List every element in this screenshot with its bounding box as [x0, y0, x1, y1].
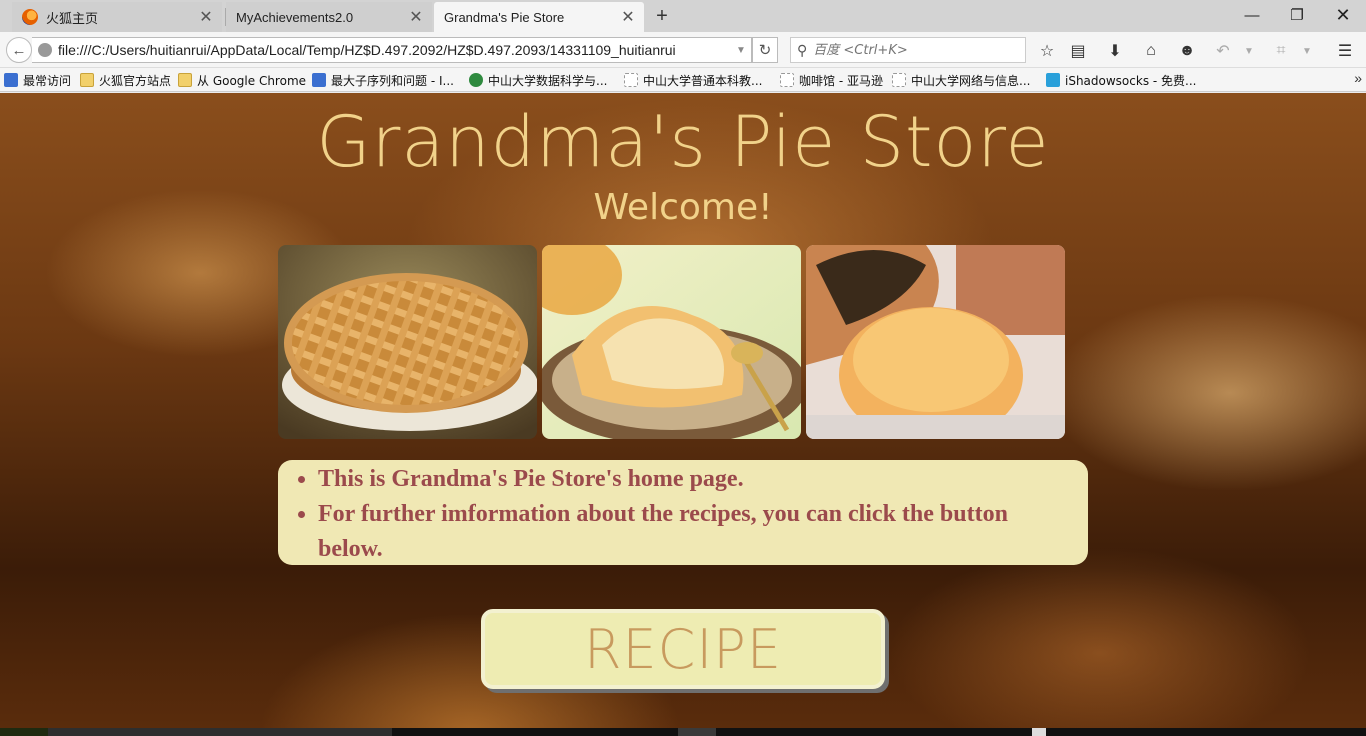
bookmark-label: 中山大学普通本科教... [643, 73, 763, 88]
navigation-toolbar: ← file:///C:/Users/huitianrui/AppData/Lo… [0, 32, 1366, 68]
tab-grandmas-pie-store[interactable]: Grandma's Pie Store ✕ [434, 2, 644, 32]
bookmark-item[interactable]: 中山大学数据科学与... [469, 71, 607, 89]
taskbar-tray-icon[interactable] [1032, 728, 1046, 736]
bookmark-label: 火狐官方站点 [99, 73, 172, 88]
bookmark-label: 中山大学数据科学与... [488, 73, 608, 88]
chevron-double-right-icon[interactable]: » [1354, 70, 1362, 86]
taskbar-app[interactable] [678, 728, 716, 736]
bookmark-label: 最大子序列和问题 - I... [331, 73, 454, 88]
new-tab-plus-icon[interactable]: + [650, 5, 674, 27]
info-box: This is Grandma's Pie Store's home page.… [278, 460, 1088, 565]
page-icon [780, 73, 794, 87]
bookmark-label: 中山大学网络与信息... [911, 73, 1031, 88]
reading-list-icon[interactable]: ▤ [1067, 40, 1089, 62]
bookmark-star-icon[interactable]: ☆ [1036, 40, 1058, 62]
most-visited-icon [4, 73, 18, 87]
minimize-icon[interactable]: — [1229, 0, 1275, 30]
search-input[interactable] [813, 42, 1014, 58]
bookmark-label: 最常访问 [23, 73, 72, 88]
info-item: This is Grandma's Pie Store's home page. [318, 462, 1068, 497]
back-arrow-icon[interactable]: ← [6, 37, 32, 63]
firefox-icon [22, 9, 38, 25]
chevron-down-icon[interactable]: ▼ [1296, 40, 1318, 62]
page-subtitle: Welcome! [593, 187, 773, 228]
close-icon[interactable]: ✕ [620, 9, 636, 26]
tab-strip: 火狐主页 ✕ MyAchievements2.0 ✕ Grandma's Pie… [0, 0, 1366, 32]
lattice-pie-image [278, 245, 537, 439]
bookmark-label: 咖啡馆 - 亚马逊 [799, 73, 883, 88]
bookmark-item[interactable]: iShadowsocks - 免费... [1046, 71, 1196, 89]
search-bar[interactable]: ⚲ [790, 37, 1026, 63]
undo-icon[interactable]: ↶ [1212, 40, 1234, 62]
recipe-button[interactable]: RECIPE [481, 609, 885, 689]
screenshot-crop-icon[interactable]: ⌗ [1270, 40, 1292, 62]
windows-taskbar [0, 728, 1366, 736]
tab-myachievements[interactable]: MyAchievements2.0 ✕ [226, 2, 432, 32]
site-icon [312, 73, 326, 87]
folder-icon [178, 73, 192, 87]
home-icon[interactable]: ⌂ [1140, 40, 1162, 62]
taskbar-start[interactable] [0, 728, 48, 736]
taskbar-search[interactable] [48, 728, 392, 736]
download-icon[interactable]: ⬇ [1104, 40, 1126, 62]
bookmark-label: iShadowsocks - 免费... [1065, 73, 1197, 88]
page-icon [624, 73, 638, 87]
close-icon[interactable]: ✕ [198, 9, 214, 26]
reload-icon[interactable]: ↻ [752, 37, 778, 63]
close-icon[interactable]: ✕ [408, 9, 424, 26]
window-close-icon[interactable]: ✕ [1320, 0, 1366, 30]
bookmark-label: 从 Google Chrome [197, 73, 307, 88]
restore-icon[interactable]: ❐ [1274, 0, 1320, 30]
bookmark-item[interactable]: 最常访问 [4, 71, 71, 89]
info-item: For further imformation about the recipe… [318, 497, 1068, 567]
tab-firefox-home[interactable]: 火狐主页 ✕ [12, 2, 222, 32]
telegram-icon [1046, 73, 1060, 87]
bun-image [806, 245, 1065, 439]
bookmark-item[interactable]: 火狐官方站点 [80, 71, 171, 89]
pie-gallery [278, 245, 1068, 439]
tab-title: MyAchievements2.0 [236, 9, 354, 25]
cobbler-image [542, 245, 801, 439]
chevron-down-icon[interactable]: ▼ [731, 45, 751, 56]
url-text[interactable]: file:///C:/Users/huitianrui/AppData/Loca… [58, 42, 731, 58]
sysu-icon [469, 73, 483, 87]
folder-icon [80, 73, 94, 87]
menu-hamburger-icon[interactable]: ☰ [1334, 40, 1356, 62]
bookmarks-toolbar: 最常访问 火狐官方站点 从 Google Chrome 最大子序列和问题 - I… [0, 68, 1366, 92]
page-icon [892, 73, 906, 87]
bookmark-item[interactable]: 中山大学普通本科教... [624, 71, 762, 89]
chat-icon[interactable]: ☻ [1176, 40, 1198, 62]
search-icon: ⚲ [797, 41, 808, 58]
bookmark-item[interactable]: 中山大学网络与信息... [892, 71, 1030, 89]
tab-title: Grandma's Pie Store [444, 9, 565, 25]
page-viewport: Grandma's Pie Store Welcome! • This is G… [0, 93, 1366, 728]
bookmark-item[interactable]: 咖啡馆 - 亚马逊 [780, 71, 883, 89]
address-bar[interactable]: file:///C:/Users/huitianrui/AppData/Loca… [32, 37, 752, 63]
info-list: This is Grandma's Pie Store's home page.… [318, 462, 1068, 567]
globe-icon [38, 43, 52, 57]
bookmark-item[interactable]: 从 Google Chrome [178, 71, 306, 89]
page-title: Grandma's Pie Store [316, 101, 1050, 183]
tab-title: 火狐主页 [46, 10, 99, 26]
chevron-down-icon[interactable]: ▼ [1238, 40, 1260, 62]
bookmark-item[interactable]: 最大子序列和问题 - I... [312, 71, 454, 89]
